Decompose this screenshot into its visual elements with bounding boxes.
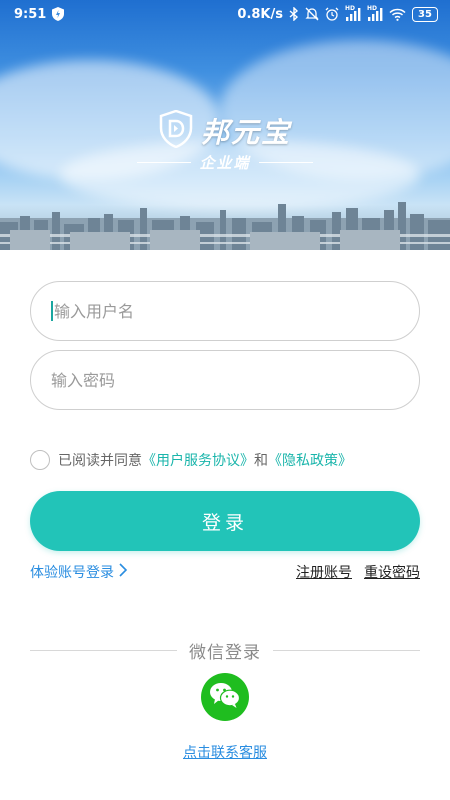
contact-support-link[interactable]: 点击联系客服 <box>0 742 450 762</box>
brand-name: 邦元宝 <box>200 116 291 149</box>
brand-subtitle: 企业端 <box>0 152 450 173</box>
divider-line <box>30 650 177 651</box>
agreement-and: 和 <box>254 453 268 469</box>
agreement-row: 已阅读并同意 《用户服务协议》 和 《隐私政策》 <box>30 450 352 470</box>
password-input[interactable] <box>51 370 419 390</box>
shield-icon <box>52 7 65 21</box>
divider-line <box>273 650 420 651</box>
wechat-login-label: 微信登录 <box>189 643 261 663</box>
signal-hd-label: HD <box>367 4 378 12</box>
signal-icon: HD <box>367 4 383 21</box>
status-time: 9:51 <box>14 6 47 22</box>
privacy-policy-link[interactable]: 《隐私政策》 <box>268 450 352 470</box>
login-links-row: 体验账号登录 注册账号 重设密码 <box>30 562 420 582</box>
mute-icon <box>305 7 319 21</box>
network-speed: 0.8K/s <box>237 6 283 22</box>
agreement-prefix: 已阅读并同意 <box>58 453 142 469</box>
signal-hd-label: HD <box>345 4 356 12</box>
status-bar: 9:51 0.8K/s HD HD 35 <box>0 0 450 28</box>
wechat-icon <box>209 681 241 713</box>
agreement-checkbox[interactable] <box>30 450 50 470</box>
wechat-login-button[interactable] <box>201 673 249 721</box>
divider-line <box>258 161 313 164</box>
username-input[interactable] <box>53 301 419 321</box>
brand-logo: 邦元宝 <box>0 109 450 152</box>
login-button[interactable]: 登录 <box>30 491 420 551</box>
chevron-right-icon <box>118 563 128 581</box>
username-field[interactable] <box>30 281 420 341</box>
wechat-divider: 微信登录 <box>30 638 420 663</box>
register-link[interactable]: 注册账号 <box>296 562 352 582</box>
password-field[interactable] <box>30 350 420 410</box>
alarm-icon <box>325 7 339 21</box>
text-cursor <box>51 301 53 321</box>
trial-login-link[interactable]: 体验账号登录 <box>30 562 128 582</box>
battery-icon: 35 <box>412 6 438 22</box>
reset-password-link[interactable]: 重设密码 <box>364 562 420 582</box>
wifi-icon <box>389 8 406 21</box>
city-skyline-image <box>0 202 450 250</box>
brand-subtitle-text: 企业端 <box>199 154 251 172</box>
trial-login-label: 体验账号登录 <box>30 565 114 581</box>
shield-logo-icon <box>159 109 193 152</box>
divider-line <box>137 161 192 164</box>
signal-icon: HD <box>345 4 361 21</box>
user-agreement-link[interactable]: 《用户服务协议》 <box>142 450 254 470</box>
bluetooth-icon <box>289 7 299 21</box>
